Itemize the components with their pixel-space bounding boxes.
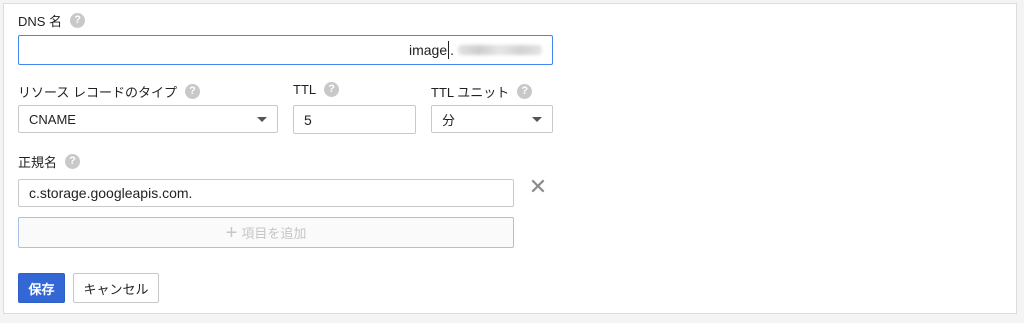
ttl-label-text: TTL	[293, 82, 317, 97]
add-item-label: 項目を追加	[241, 226, 307, 241]
record-type-select[interactable]: CNAME	[18, 105, 278, 133]
record-type-selected: CNAME	[29, 111, 76, 127]
chevron-down-icon	[532, 116, 542, 122]
ttl-unit-label-text: TTL ユニット	[431, 85, 510, 100]
dns-name-value-wrapper: image .	[409, 41, 542, 59]
dns-name-label-text: DNS 名	[18, 14, 63, 29]
cancel-button[interactable]: キャンセル	[73, 273, 159, 303]
add-item-button[interactable]: + 項目を追加	[18, 217, 514, 248]
ttl-input[interactable]: 5	[293, 105, 416, 134]
help-icon[interactable]: ?	[324, 82, 340, 97]
redacted-domain-suffix	[458, 45, 542, 55]
ttl-unit-label: TTL ユニット ?	[431, 82, 533, 101]
help-icon[interactable]: ?	[70, 13, 86, 28]
save-button[interactable]: 保存	[18, 273, 65, 303]
canonical-name-value: c.storage.googleapis.com.	[29, 185, 193, 201]
canonical-name-label-text: 正規名	[18, 155, 58, 170]
ttl-value: 5	[304, 111, 312, 128]
help-icon[interactable]: ?	[184, 84, 200, 99]
ttl-unit-select[interactable]: 分	[431, 105, 553, 133]
text-cursor	[448, 41, 450, 59]
close-icon[interactable]: ✕	[527, 176, 549, 198]
dns-name-dot: .	[450, 42, 454, 58]
plus-icon: +	[225, 221, 238, 244]
dns-name-label: DNS 名 ?	[18, 11, 86, 30]
dns-name-value: image	[408, 42, 448, 58]
ttl-unit-selected: 分	[442, 112, 456, 128]
record-type-label-text: リソース レコードのタイプ	[18, 85, 177, 100]
chevron-down-icon	[257, 116, 267, 122]
canonical-name-label: 正規名 ?	[18, 152, 81, 171]
canonical-name-input[interactable]: c.storage.googleapis.com.	[18, 179, 514, 207]
help-icon[interactable]: ?	[517, 84, 533, 99]
help-icon[interactable]: ?	[65, 154, 81, 169]
dns-name-input[interactable]: image .	[18, 35, 553, 65]
record-type-label: リソース レコードのタイプ ?	[18, 82, 200, 101]
ttl-label: TTL ?	[293, 82, 340, 97]
